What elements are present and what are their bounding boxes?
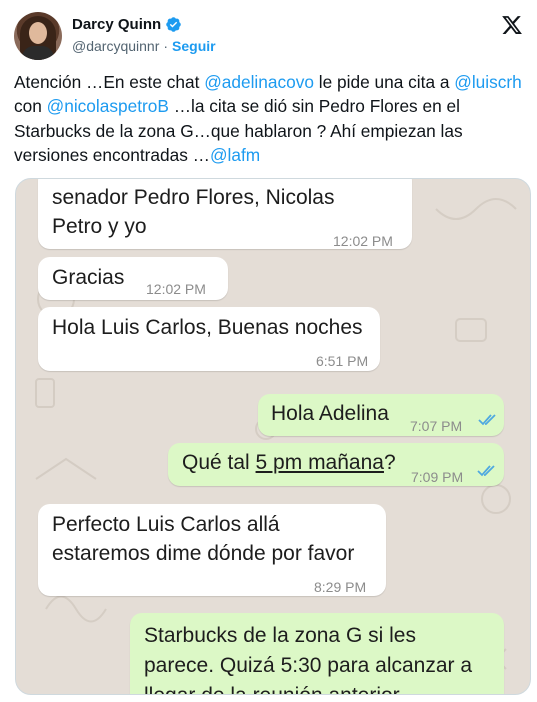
- message-text: Qué tal 5 pm mañana?: [182, 448, 396, 477]
- mention-link[interactable]: @adelinacovo: [204, 72, 314, 92]
- x-logo-icon[interactable]: [501, 14, 523, 36]
- mention-link[interactable]: @lafm: [210, 145, 260, 165]
- message-text: Petro y yo: [52, 215, 147, 238]
- message-time: 12:02 PM: [146, 281, 206, 297]
- message-text: Perfecto Luis Carlos allá: [52, 513, 280, 536]
- handle-row: @darcyquinnr · Seguir: [72, 38, 216, 54]
- message-text: parece. Quizá 5:30 para alcanzar a: [144, 654, 473, 677]
- tweet-text-part: con: [14, 96, 47, 117]
- verified-badge-icon: [166, 17, 181, 32]
- chat-message-incoming: Perfecto Luis Carlos allá estaremos dime…: [38, 504, 386, 596]
- chat-message-incoming: Gracias 12:02 PM: [38, 257, 228, 300]
- mention-link[interactable]: @nicolaspetroB: [47, 96, 169, 116]
- message-text-part: Qué tal: [182, 451, 256, 474]
- chat-message-outgoing: Starbucks de la zona G si les parece. Qu…: [130, 613, 504, 694]
- author-name[interactable]: Darcy Quinn: [72, 16, 161, 33]
- author-name-row: Darcy Quinn: [72, 16, 182, 33]
- message-time: 8:29 PM: [314, 579, 367, 595]
- chat-message-outgoing: Qué tal 5 pm mañana? 7:09 PM: [168, 443, 504, 486]
- separator-dot: ·: [163, 38, 169, 54]
- author-handle[interactable]: @darcyquinnr: [72, 38, 159, 54]
- message-text: Starbucks de la zona G si les: [144, 624, 416, 647]
- follow-button[interactable]: Seguir: [172, 38, 216, 54]
- message-text: Hola Adelina: [271, 402, 389, 425]
- message-time: 7:09 PM: [411, 469, 464, 485]
- message-time: 6:51 PM: [316, 353, 369, 369]
- tweet-header: Darcy Quinn @darcyquinnr · Seguir: [14, 12, 529, 62]
- chat-screenshot-media[interactable]: senador Pedro Flores, Nicolas Petro y yo…: [15, 178, 531, 695]
- message-text: llegar de la reunión anterior: [144, 681, 400, 694]
- message-text: senador Pedro Flores, Nicolas: [52, 186, 335, 209]
- message-text: Hola Luis Carlos, Buenas noches: [52, 316, 363, 339]
- message-time: 12:02 PM: [333, 233, 393, 249]
- tweet-text: Atención …En este chat @adelinacovo le p…: [14, 70, 524, 167]
- mention-link[interactable]: @luiscrh: [454, 72, 521, 92]
- avatar[interactable]: [14, 12, 62, 60]
- tweet-text-part: le pide una cita a: [314, 72, 455, 92]
- tweet-text-part: Atención …En este chat: [14, 72, 205, 92]
- message-text-part: ?: [383, 451, 396, 474]
- chat-message-incoming: senador Pedro Flores, Nicolas Petro y yo…: [38, 179, 412, 249]
- chat-message-incoming: Hola Luis Carlos, Buenas noches 6:51 PM: [38, 307, 380, 371]
- message-text: estaremos dime dónde por favor: [52, 542, 355, 565]
- read-receipt-icon: [478, 414, 496, 426]
- date-link[interactable]: 5 pm mañana: [256, 451, 384, 474]
- chat-message-outgoing: Hola Adelina 7:07 PM: [258, 394, 504, 436]
- read-receipt-icon: [477, 465, 495, 477]
- message-time: 7:07 PM: [410, 418, 463, 434]
- message-text: Gracias: [52, 266, 125, 289]
